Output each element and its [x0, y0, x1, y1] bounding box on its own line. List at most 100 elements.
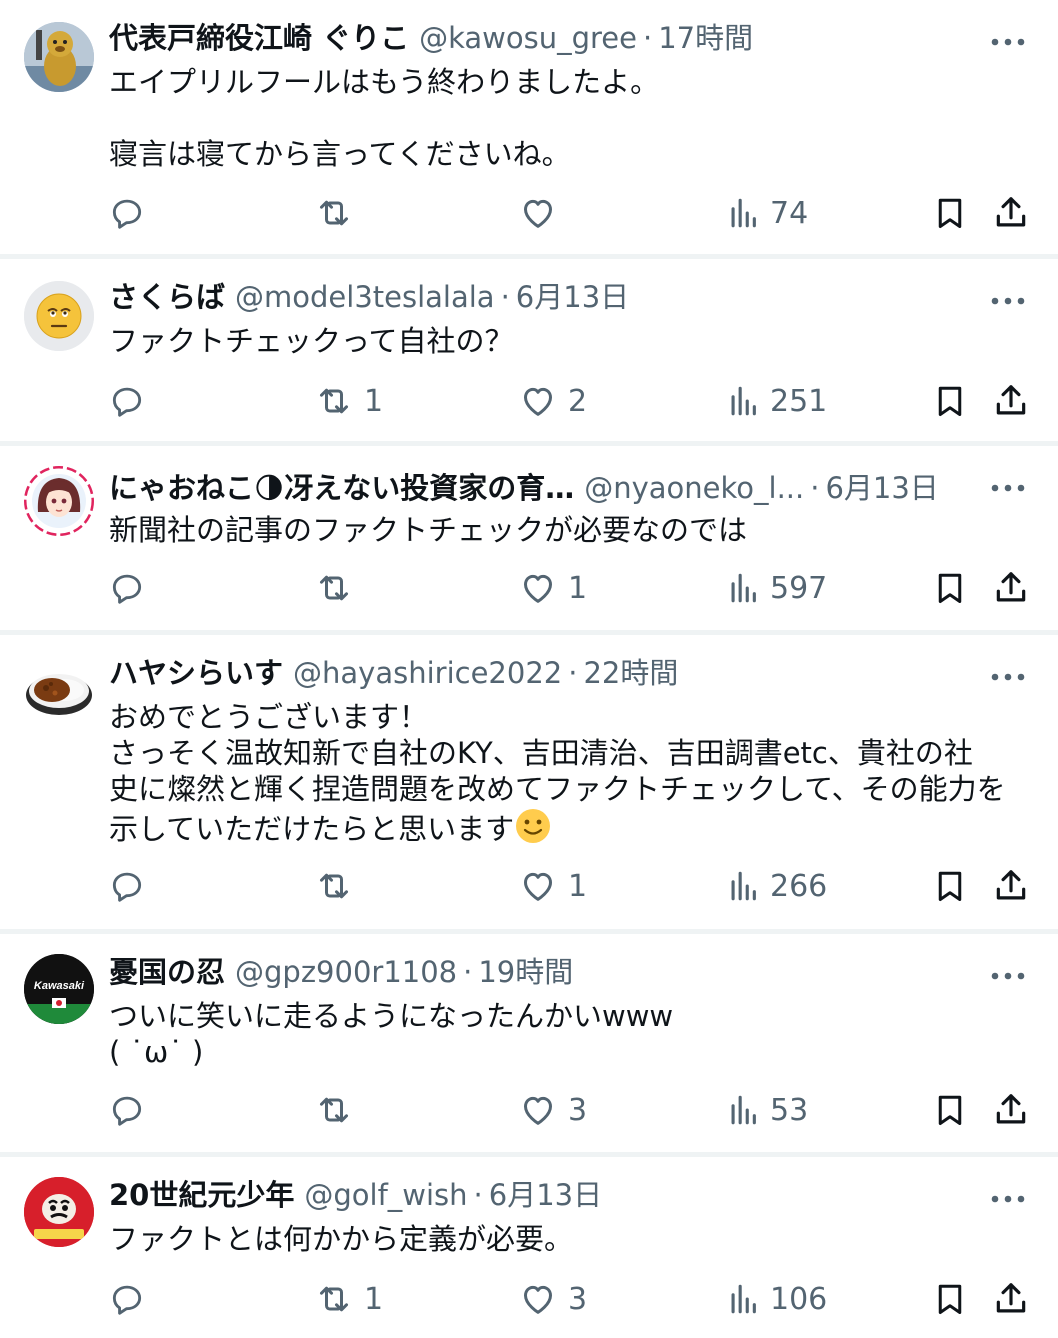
more-options-button[interactable] [988, 956, 1028, 996]
retweet-button[interactable]: 1 [314, 379, 383, 423]
avatar[interactable] [24, 655, 94, 725]
bookmark-button[interactable] [932, 566, 968, 610]
share-button[interactable] [992, 191, 1030, 235]
timestamp[interactable]: 6月13日 [825, 468, 938, 508]
like-count: 2 [568, 383, 588, 419]
tweet-1[interactable]: 代表戸締役江崎 ぐりこ @kawosu_gree · 17時間 エイプリルフール… [0, 0, 1058, 254]
tweet-text: エイプリルフールはもう終わりましたよ。 寝言は寝てから言ってくださいね。 [109, 65, 660, 171]
bookmark-button[interactable] [932, 1088, 968, 1132]
tweet-5[interactable]: Kawasaki 憂国の忍 @gpz900r1108 · 19時間 ついに笑いに… [0, 934, 1058, 1152]
like-button[interactable]: 3 [518, 1088, 587, 1132]
display-name[interactable]: 20世紀元少年 [109, 1175, 294, 1215]
like-button[interactable]: 2 [518, 379, 587, 423]
retweet-icon [320, 200, 348, 226]
more-options-button[interactable] [988, 657, 1028, 697]
reply-icon [112, 199, 142, 229]
display-name[interactable]: さくらば [109, 277, 225, 317]
timestamp[interactable]: 6月13日 [489, 1175, 602, 1215]
separator: · [473, 1178, 483, 1212]
display-name[interactable]: 憂国の忍 [109, 952, 225, 992]
like-button[interactable]: 1 [518, 566, 587, 610]
views-button[interactable]: 597 [726, 566, 827, 610]
tweet-6[interactable]: 20世紀元少年 @golf_wish · 6月13日 ファクトとは何かから定義が… [0, 1157, 1058, 1338]
display-name[interactable]: ハヤシらいす [109, 653, 283, 693]
avatar[interactable] [24, 22, 94, 92]
separator: · [463, 955, 473, 989]
avatar[interactable]: Kawasaki [24, 954, 94, 1024]
more-options-button[interactable] [988, 468, 1028, 508]
tweet-4[interactable]: ハヤシらいす @hayashirice2022 · 22時間 おめでとうございま… [0, 635, 1058, 929]
reply-button[interactable] [108, 864, 156, 908]
like-button[interactable]: 1 [518, 864, 587, 908]
more-icon [991, 484, 1025, 492]
timestamp[interactable]: 17時間 [658, 18, 753, 58]
views-button[interactable]: 251 [726, 379, 827, 423]
retweet-icon [320, 873, 348, 899]
retweet-button[interactable] [314, 566, 364, 610]
retweet-button[interactable]: 1 [314, 1277, 383, 1321]
bookmark-button[interactable] [932, 864, 968, 908]
display-name[interactable]: にゃおねこ🌗冴えない投資家の育… [109, 468, 574, 508]
retweet-button[interactable] [314, 191, 364, 235]
retweet-count: 1 [364, 383, 384, 419]
tweet-3[interactable]: にゃおねこ🌗冴えない投資家の育… @nyaoneko_l... · 6月13日 … [0, 446, 1058, 630]
face-emoji-avatar-icon [24, 281, 94, 351]
timestamp[interactable]: 6月13日 [516, 277, 629, 317]
reply-icon [112, 1096, 142, 1126]
bookmark-button[interactable] [932, 1277, 968, 1321]
display-name[interactable]: 代表戸締役江崎 ぐりこ [109, 18, 409, 58]
avatar[interactable] [24, 466, 94, 536]
like-button[interactable]: 3 [518, 1277, 587, 1321]
timestamp[interactable]: 22時間 [583, 653, 678, 693]
like-button[interactable] [518, 191, 568, 235]
avatar[interactable] [24, 281, 94, 351]
more-icon [991, 38, 1025, 46]
views-button[interactable]: 53 [726, 1088, 808, 1132]
views-button[interactable]: 106 [726, 1277, 827, 1321]
more-icon [991, 297, 1025, 305]
user-handle[interactable]: @kawosu_gree [419, 18, 637, 58]
user-handle[interactable]: @model3teslalala [235, 277, 495, 317]
more-icon [991, 972, 1025, 980]
tweet-header: 20世紀元少年 @golf_wish · 6月13日 [109, 1175, 988, 1215]
tweet-text: ファクトチェックって自社の？ [109, 324, 514, 358]
bookmark-button[interactable] [932, 379, 968, 423]
action-bar: 1 266 [0, 864, 1058, 908]
tweet-header: 代表戸締役江崎 ぐりこ @kawosu_gree · 17時間 [109, 18, 988, 58]
share-button[interactable] [992, 566, 1030, 610]
share-button[interactable] [992, 864, 1030, 908]
reply-button[interactable] [108, 1277, 156, 1321]
user-handle[interactable]: @hayashirice2022 [293, 653, 562, 693]
views-chart-icon [731, 573, 756, 603]
retweet-button[interactable] [314, 1088, 364, 1132]
tweet-2[interactable]: さくらば @model3teslalala · 6月13日 ファクトチェックって… [0, 259, 1058, 441]
retweet-button[interactable] [314, 864, 364, 908]
more-icon [991, 673, 1025, 681]
heart-icon [524, 1096, 552, 1125]
share-button[interactable] [992, 1277, 1030, 1321]
user-handle[interactable]: @nyaoneko_l... [584, 468, 804, 508]
user-handle[interactable]: @golf_wish [304, 1175, 467, 1215]
more-options-button[interactable] [988, 281, 1028, 321]
view-count: 106 [770, 1281, 828, 1317]
share-icon [996, 385, 1026, 415]
daruma-avatar-icon [24, 1177, 94, 1247]
avatar[interactable] [24, 1177, 94, 1247]
timestamp[interactable]: 19時間 [478, 952, 573, 992]
more-options-button[interactable] [988, 1179, 1028, 1219]
reply-button[interactable] [108, 566, 156, 610]
views-button[interactable]: 266 [726, 864, 827, 908]
reply-button[interactable] [108, 379, 156, 423]
bookmark-button[interactable] [932, 191, 968, 235]
more-options-button[interactable] [988, 22, 1028, 62]
retweet-icon [320, 575, 348, 601]
reply-button[interactable] [108, 191, 156, 235]
user-handle[interactable]: @gpz900r1108 [235, 952, 457, 992]
reply-button[interactable] [108, 1088, 156, 1132]
tweet-text: ついに笑いに走るようになったんかいwww ( ˙ω˙ ) [109, 999, 674, 1069]
bookmark-icon [938, 573, 962, 603]
tweet-header: にゃおねこ🌗冴えない投資家の育… @nyaoneko_l... · 6月13日 [109, 468, 970, 508]
share-button[interactable] [992, 379, 1030, 423]
views-button[interactable]: 74 [726, 191, 808, 235]
share-button[interactable] [992, 1088, 1030, 1132]
